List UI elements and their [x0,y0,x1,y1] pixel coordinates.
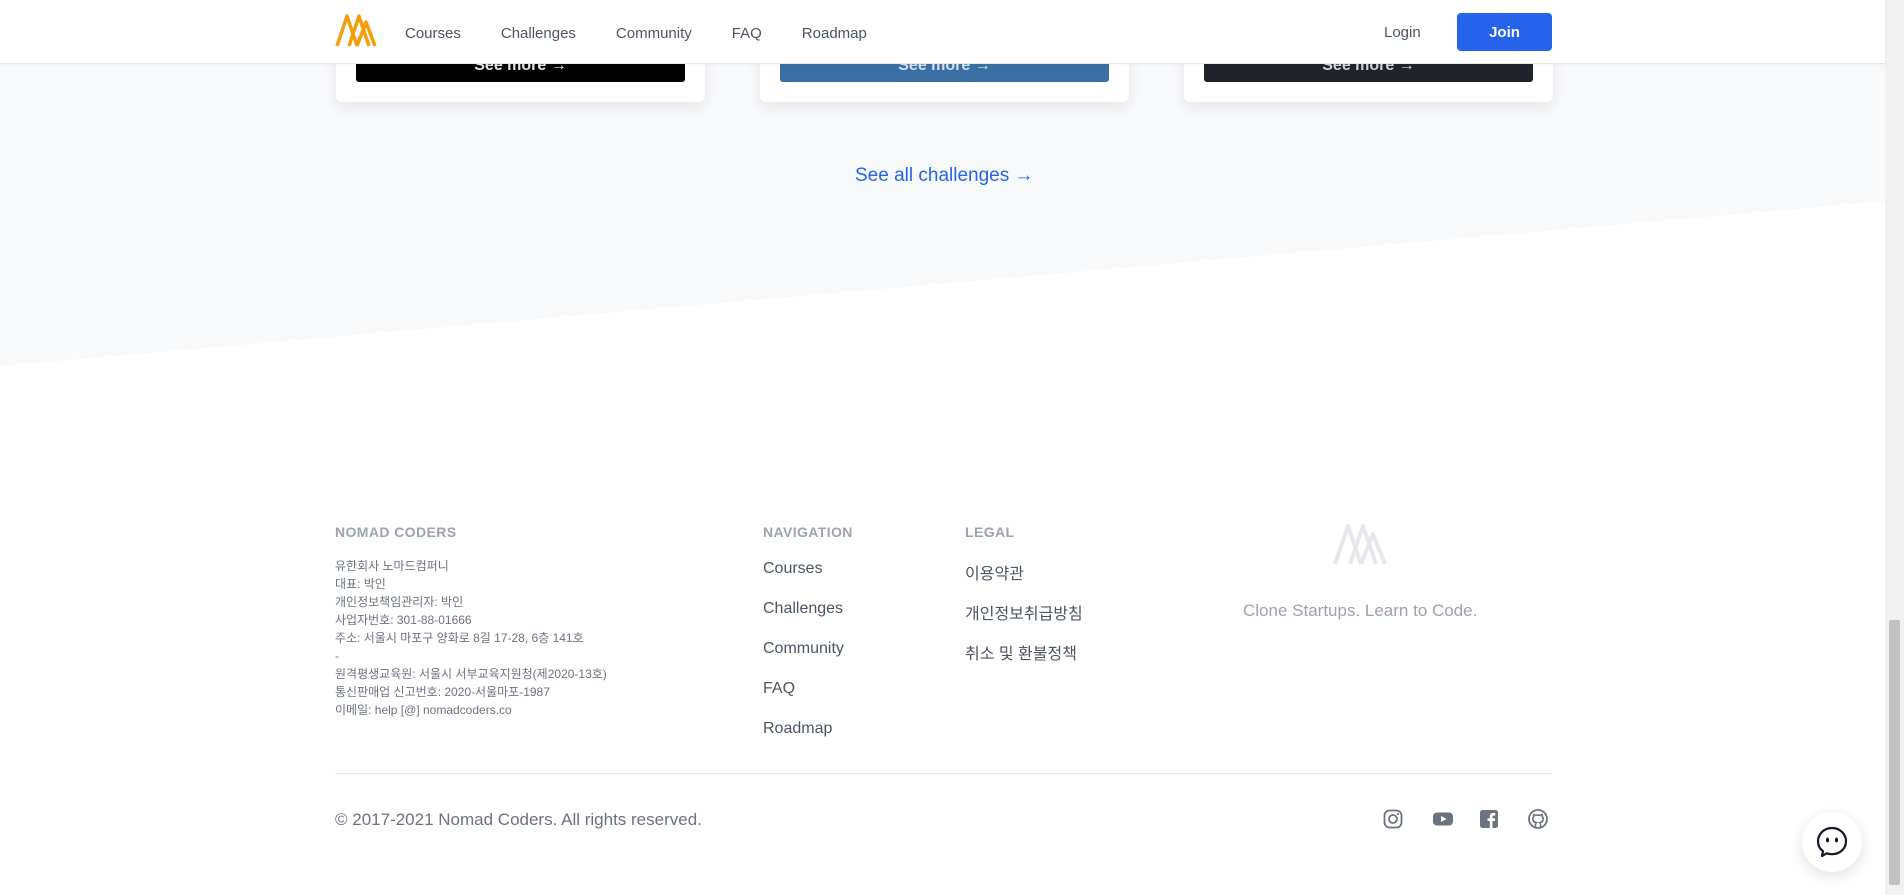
footer-nav-community[interactable]: Community [763,640,844,680]
nomad-logo-icon[interactable] [335,12,377,48]
company-line: 개인정보책임관리자: 박인 [335,595,464,609]
navigation-heading: NAVIGATION [763,524,853,540]
copyright: © 2017-2021 Nomad Coders. All rights res… [335,810,702,829]
main-nav: Courses Challenges Community FAQ Roadmap [405,0,907,64]
facebook-icon[interactable] [1478,808,1500,830]
footer-nav-faq[interactable]: FAQ [763,680,844,720]
nav-challenges[interactable]: Challenges [501,25,576,42]
legal-privacy-link[interactable]: 개인정보취급방침 [965,600,1083,640]
company-line: 유한회사 노마드컴퍼니 [335,559,449,573]
footer-legal: 이용약관 개인정보취급방침 취소 및 환불정책 [965,560,1083,680]
scrollbar-thumb[interactable] [1889,620,1900,885]
legal-refund-link[interactable]: 취소 및 환불정책 [965,640,1083,680]
instagram-icon[interactable] [1382,808,1404,830]
top-header: Courses Challenges Community FAQ Roadmap… [0,0,1885,64]
join-button[interactable]: Join [1457,13,1552,51]
vertical-scrollbar[interactable] [1885,0,1904,895]
see-all-challenges-link[interactable]: See all challenges → [855,165,1034,187]
company-line: 이메일: help [@] nomadcoders.co [335,703,512,717]
legal-heading: LEGAL [965,524,1015,540]
chat-support-button[interactable] [1802,812,1862,872]
footer-logo-icon [1333,524,1387,565]
company-heading: NOMAD CODERS [335,524,457,540]
tagline: Clone Startups. Learn to Code. [1243,601,1478,620]
company-line: 대표: 박인 [335,577,386,591]
nav-courses[interactable]: Courses [405,25,461,42]
nav-faq[interactable]: FAQ [732,25,762,42]
footer-nav-roadmap[interactable]: Roadmap [763,720,844,760]
legal-terms-link[interactable]: 이용약관 [965,560,1083,600]
company-info: 유한회사 노마드컴퍼니 대표: 박인 개인정보책임관리자: 박인 사업자번호: … [335,557,607,719]
youtube-icon[interactable] [1432,808,1454,830]
company-line: 사업자번호: 301-88-01666 [335,613,472,627]
github-icon[interactable] [1527,808,1549,830]
nav-community[interactable]: Community [616,25,692,42]
login-link[interactable]: Login [1384,24,1421,41]
footer-nav-challenges[interactable]: Challenges [763,600,844,640]
footer-divider [335,773,1552,774]
company-line: 통신판매업 신고번호: 2020-서울마포-1987 [335,685,550,699]
nav-roadmap[interactable]: Roadmap [802,25,867,42]
company-line: 주소: 서울시 마포구 양화로 8길 17-28, 6층 141호 [335,631,584,645]
footer-nav-courses[interactable]: Courses [763,560,844,600]
company-line: 원격평생교육원: 서울시 서부교육지원청(제2020-13호) [335,667,607,681]
chat-icon [1816,826,1848,858]
footer-navigation: Courses Challenges Community FAQ Roadmap [763,560,844,760]
company-line: - [335,649,339,663]
page: See more → See more → See more → Courses… [0,0,1904,895]
